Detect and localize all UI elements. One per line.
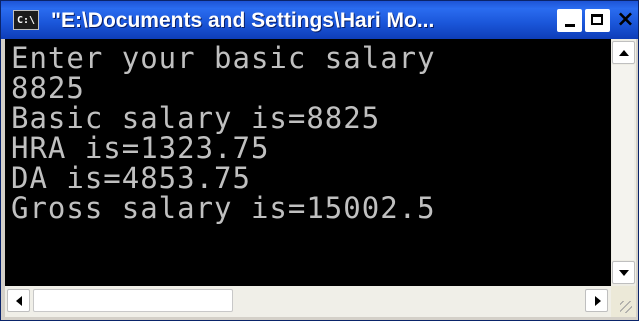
minimize-icon xyxy=(565,24,575,27)
arrow-right-icon xyxy=(595,296,601,306)
console-line: DA is=4853.75 xyxy=(11,161,251,195)
window-title: "E:\Documents and Settings\Hari Mo... xyxy=(51,9,435,32)
console-line: Basic salary is=8825 xyxy=(11,101,381,135)
arrow-left-icon xyxy=(16,296,22,306)
minimize-button[interactable] xyxy=(557,9,582,32)
console-line: 8825 xyxy=(11,71,85,105)
title-bar[interactable]: C:\ "E:\Documents and Settings\Hari Mo..… xyxy=(1,1,638,39)
scroll-right-button[interactable] xyxy=(585,289,608,312)
vertical-scrollbar[interactable] xyxy=(611,39,636,286)
arrow-down-icon xyxy=(619,270,629,276)
console-line: Enter your basic salary xyxy=(11,41,436,75)
scroll-up-button[interactable] xyxy=(612,41,635,64)
maximize-icon xyxy=(591,14,603,25)
console-output[interactable]: Enter your basic salary 8825 Basic salar… xyxy=(5,39,611,286)
resize-grip-icon[interactable] xyxy=(620,301,632,313)
close-icon: × xyxy=(616,7,635,32)
console-line: Gross salary is=15002.5 xyxy=(11,191,436,225)
maximize-button[interactable] xyxy=(585,9,610,32)
console-line: HRA is=1323.75 xyxy=(11,131,270,165)
scroll-down-button[interactable] xyxy=(612,261,635,284)
console-window: C:\ "E:\Documents and Settings\Hari Mo..… xyxy=(0,0,639,321)
resize-corner[interactable] xyxy=(611,286,636,317)
scroll-left-button[interactable] xyxy=(7,289,30,312)
horizontal-scrollbar[interactable] xyxy=(5,286,611,317)
horizontal-scroll-thumb[interactable] xyxy=(33,289,233,312)
vertical-scroll-track[interactable] xyxy=(612,65,634,260)
arrow-up-icon xyxy=(619,50,629,56)
close-button[interactable]: × xyxy=(613,9,638,32)
console-app-icon[interactable]: C:\ xyxy=(13,10,39,30)
